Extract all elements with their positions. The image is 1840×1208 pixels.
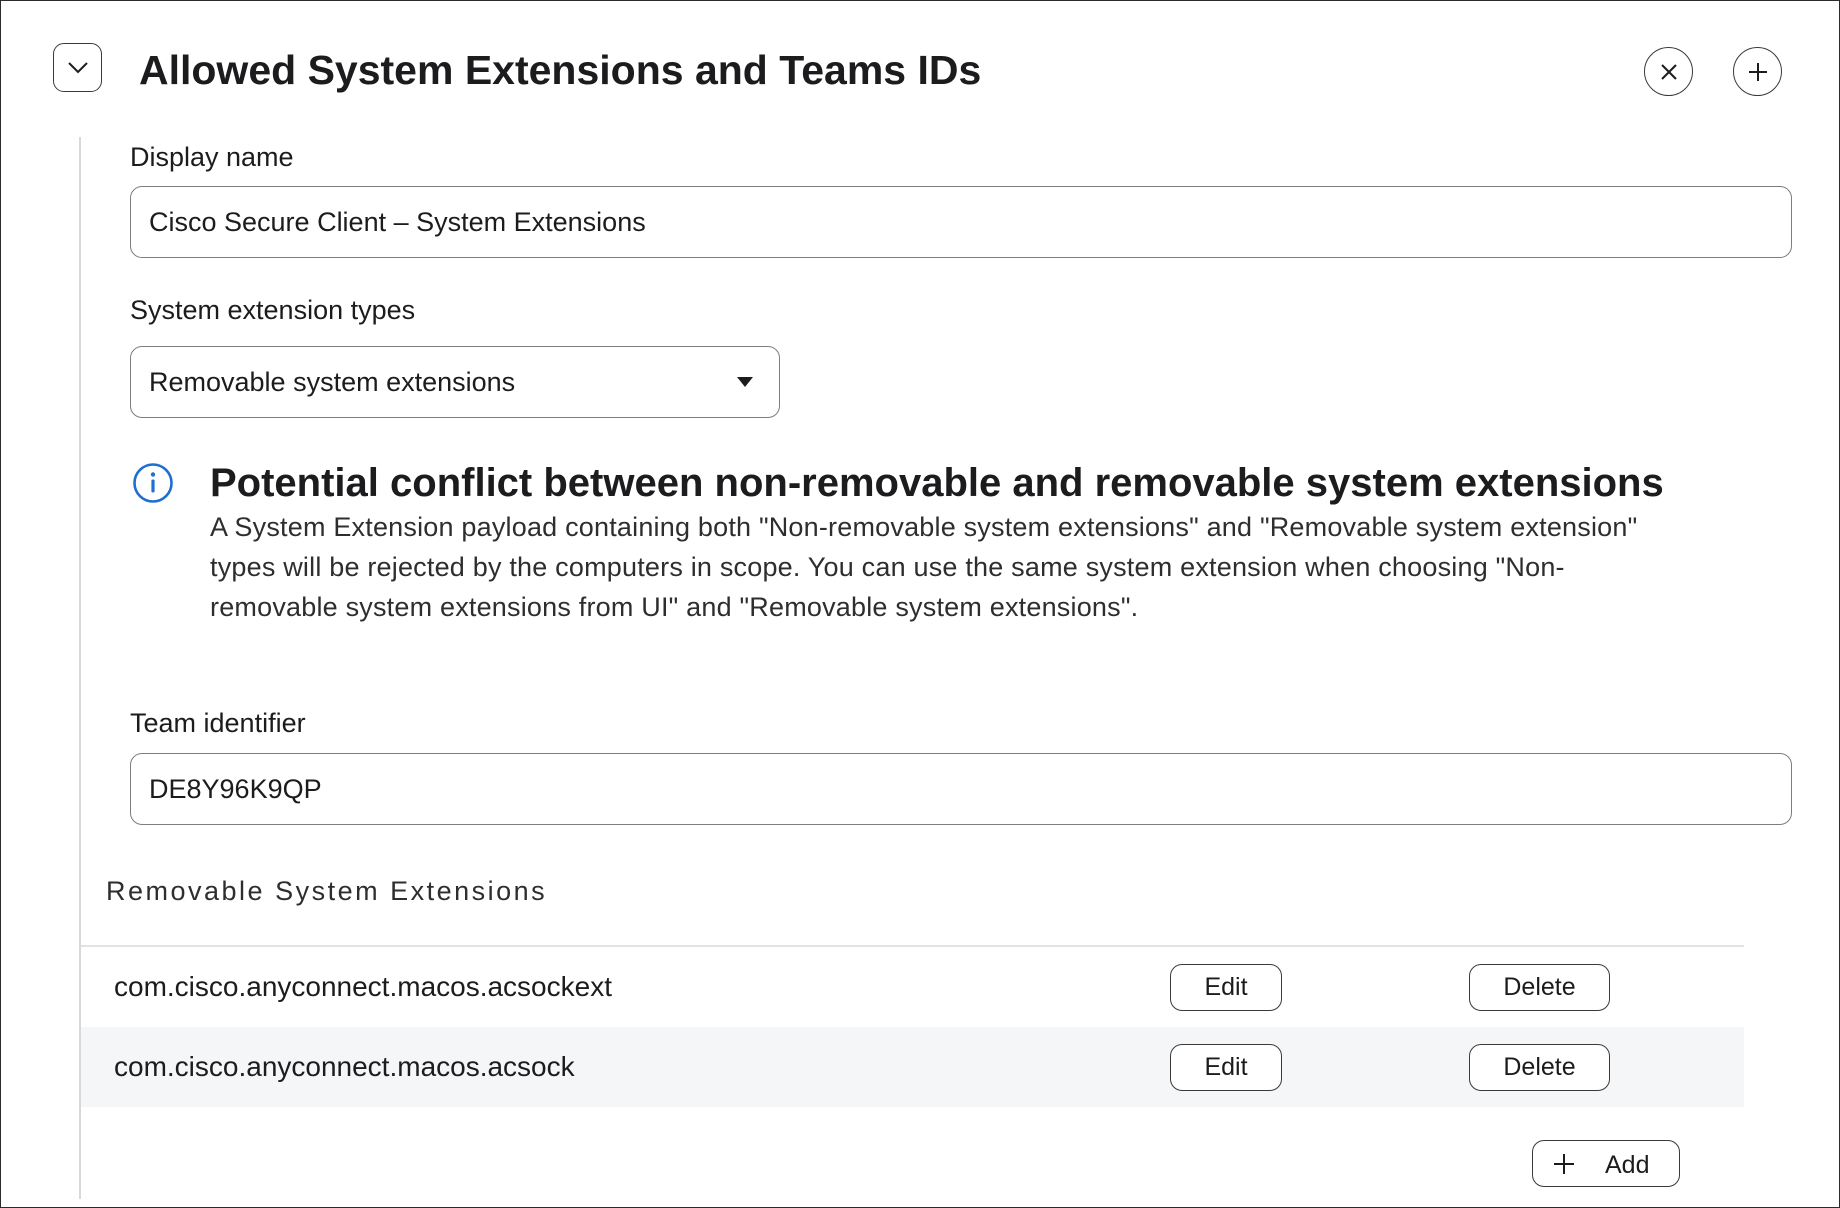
collapse-button[interactable] xyxy=(53,43,102,92)
plus-icon xyxy=(1748,62,1767,81)
extension-types-label: System extension types xyxy=(130,295,416,325)
plus-icon xyxy=(1554,1154,1574,1174)
chevron-down-icon xyxy=(67,61,88,73)
notice-body-line: A System Extension payload containing bo… xyxy=(210,512,1638,542)
dropdown-caret-icon xyxy=(737,377,753,387)
display-name-label: Display name xyxy=(130,142,294,172)
team-identifier-label: Team identifier xyxy=(130,708,306,738)
extension-types-selected-value: Removable system extensions xyxy=(149,366,516,397)
delete-button[interactable]: Delete xyxy=(1469,964,1610,1011)
extension-bundle-id: com.cisco.anyconnect.macos.acsockext xyxy=(114,971,612,1002)
edit-button[interactable]: Edit xyxy=(1170,964,1282,1011)
notice-body: A System Extension payload containing bo… xyxy=(210,507,1790,627)
team-identifier-input[interactable] xyxy=(130,753,1792,825)
notice-title: Potential conflict between non-removable… xyxy=(210,461,1664,505)
notice-body-line: types will be rejected by the computers … xyxy=(210,552,1565,582)
add-extension-button[interactable]: Add xyxy=(1532,1140,1680,1187)
table-row: com.cisco.anyconnect.macos.acsockext Edi… xyxy=(81,947,1744,1027)
edit-button[interactable]: Edit xyxy=(1170,1044,1282,1091)
payload-panel: Allowed System Extensions and Teams IDs … xyxy=(0,0,1840,1208)
close-icon xyxy=(1660,63,1677,80)
add-extension-label: Add xyxy=(1605,1151,1650,1179)
info-icon xyxy=(133,463,173,503)
table-row: com.cisco.anyconnect.macos.acsock Edit D… xyxy=(81,1027,1744,1107)
page-title: Allowed System Extensions and Teams IDs xyxy=(139,47,982,93)
extension-bundle-id: com.cisco.anyconnect.macos.acsock xyxy=(114,1051,575,1082)
extension-types-select[interactable]: Removable system extensions xyxy=(130,346,780,418)
close-button[interactable] xyxy=(1644,47,1693,96)
notice-body-line: removable system extensions from UI" and… xyxy=(210,592,1139,622)
add-payload-button[interactable] xyxy=(1733,47,1782,96)
extensions-list-heading: Removable System Extensions xyxy=(106,876,548,906)
display-name-input[interactable] xyxy=(130,186,1792,258)
delete-button[interactable]: Delete xyxy=(1469,1044,1610,1091)
